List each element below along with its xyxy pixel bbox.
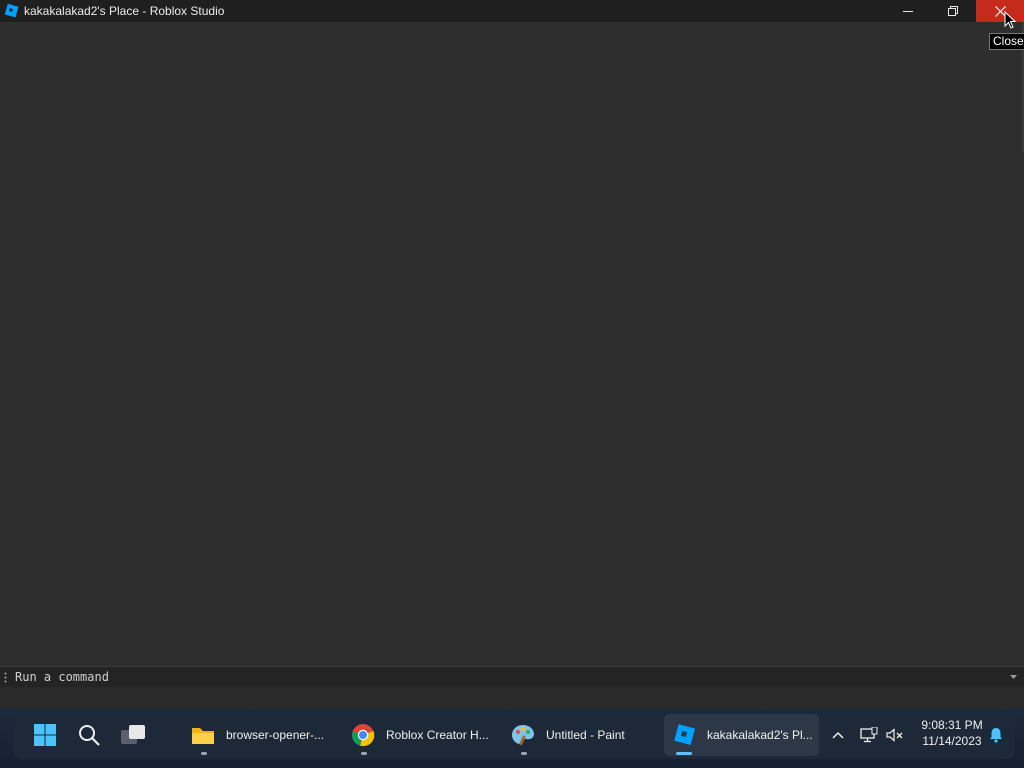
- chevron-up-icon: [832, 731, 844, 739]
- paint-icon: [511, 723, 535, 747]
- active-indicator: [676, 752, 692, 755]
- bell-icon: [990, 728, 1002, 743]
- studio-viewport[interactable]: [0, 22, 1024, 666]
- restore-icon: [948, 6, 958, 16]
- chrome-icon: [351, 723, 375, 747]
- clock[interactable]: 9:08:31 PM 11/14/2023: [913, 717, 991, 749]
- drag-handle-icon[interactable]: [0, 667, 10, 688]
- close-button[interactable]: [976, 0, 1024, 22]
- minimize-button[interactable]: [885, 0, 931, 22]
- running-indicator: [201, 752, 207, 755]
- status-strip: [0, 687, 1024, 708]
- command-bar: [0, 666, 1024, 687]
- start-button[interactable]: [25, 711, 65, 759]
- taskbar-surface: browser-opener-... Roblox Creator H... U…: [13, 711, 1015, 759]
- network-button[interactable]: [857, 711, 881, 759]
- volume-button[interactable]: [883, 711, 907, 759]
- show-hidden-icons-button[interactable]: [826, 711, 850, 759]
- command-input[interactable]: [10, 667, 1002, 687]
- roblox-studio-window: kakakalakad2's Place - Roblox Studio: [0, 0, 1024, 708]
- taskbar-app-chrome[interactable]: Roblox Creator H...: [343, 714, 493, 756]
- mouse-cursor-icon: [1004, 11, 1016, 29]
- close-tooltip: Close: [989, 33, 1024, 50]
- windows-start-icon: [34, 724, 56, 746]
- roblox-studio-icon: [672, 723, 696, 747]
- restore-button[interactable]: [930, 0, 976, 22]
- search-icon: [79, 725, 100, 746]
- task-view-icon: [121, 725, 145, 744]
- window-title: kakakalakad2's Place - Roblox Studio: [24, 4, 225, 18]
- taskbar-app-label: browser-opener-...: [226, 728, 325, 742]
- taskbar-app-label: kakakalakad2's Pl...: [707, 728, 813, 742]
- taskbar-app-label: Roblox Creator H...: [386, 728, 489, 742]
- taskbar-app-folder[interactable]: browser-opener-...: [183, 714, 333, 756]
- clock-date: 11/14/2023: [922, 734, 982, 748]
- taskbar-app-roblox-studio[interactable]: kakakalakad2's Pl...: [664, 714, 819, 756]
- notifications-button[interactable]: [984, 711, 1008, 759]
- taskbar-app-paint[interactable]: Untitled - Paint: [503, 714, 653, 756]
- taskbar-app-label: Untitled - Paint: [546, 728, 625, 742]
- running-indicator: [521, 752, 527, 755]
- taskbar: browser-opener-... Roblox Creator H... U…: [0, 708, 1024, 768]
- folder-icon: [191, 723, 215, 747]
- search-button[interactable]: [69, 711, 109, 759]
- chevron-down-icon[interactable]: [1002, 667, 1024, 688]
- network-disconnected-icon: [860, 727, 878, 743]
- task-view-button[interactable]: [113, 711, 153, 759]
- roblox-studio-icon: [3, 3, 19, 19]
- volume-muted-icon: [886, 728, 903, 742]
- clock-time: 9:08:31 PM: [921, 718, 983, 732]
- title-bar[interactable]: kakakalakad2's Place - Roblox Studio: [0, 0, 1024, 22]
- running-indicator: [361, 752, 367, 755]
- minimize-icon: [903, 11, 913, 12]
